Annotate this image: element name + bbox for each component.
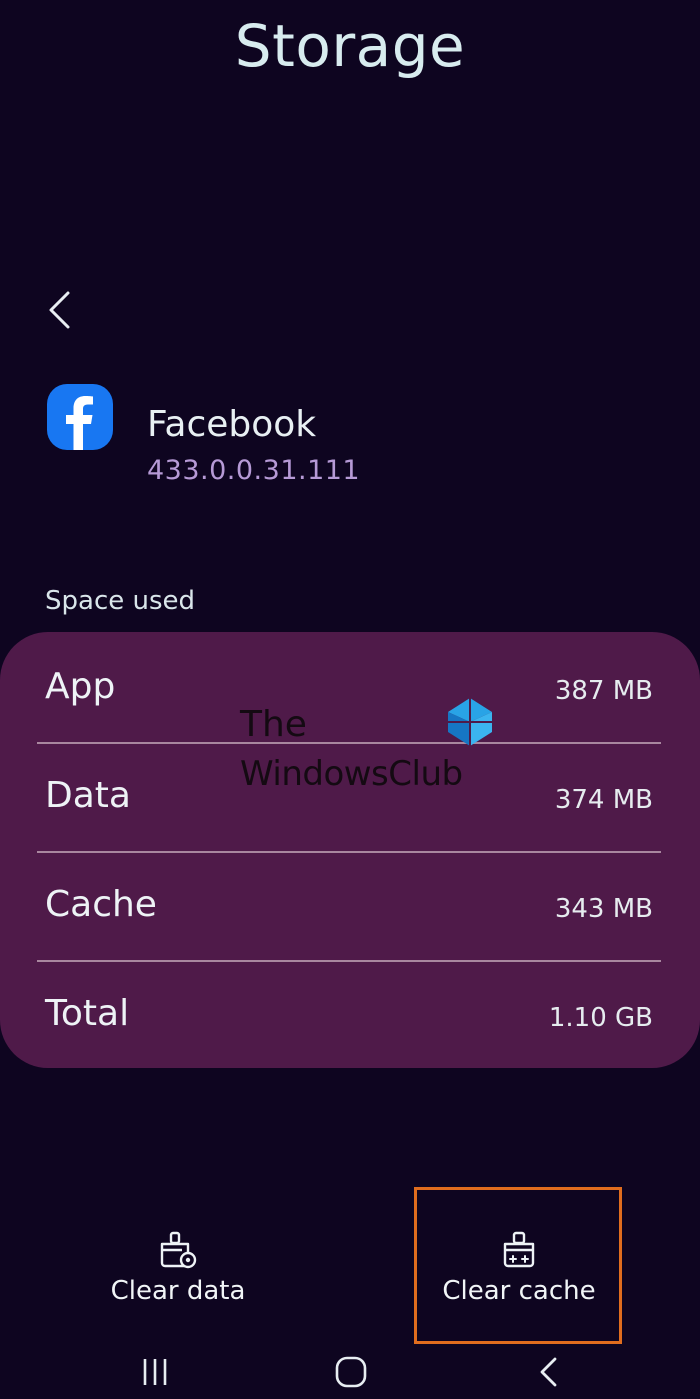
chevron-left-icon <box>49 291 70 329</box>
app-name: Facebook <box>147 404 317 445</box>
clear-data-button[interactable]: Clear data <box>100 1218 256 1328</box>
storage-row-label: Total <box>45 993 130 1034</box>
storage-row-label: App <box>45 666 116 707</box>
storage-row-label: Cache <box>45 884 157 925</box>
watermark-line-1: The <box>240 704 307 745</box>
clear-data-icon <box>160 1231 197 1269</box>
back-nav-button[interactable] <box>524 1350 574 1394</box>
space-used-label: Space used <box>45 586 196 616</box>
storage-row-value: 387 MB <box>554 676 653 706</box>
recent-apps-button[interactable] <box>130 1350 180 1394</box>
home-icon <box>335 1356 367 1388</box>
chevron-left-icon <box>540 1357 557 1387</box>
app-version: 433.0.0.31.111 <box>147 455 361 486</box>
storage-row-cache: Cache 343 MB <box>37 852 661 961</box>
thewindowsclub-watermark: The WindowsClub <box>238 698 498 798</box>
home-button[interactable] <box>326 1350 376 1394</box>
clear-data-label: Clear data <box>110 1276 246 1306</box>
storage-row-label: Data <box>45 775 131 816</box>
recent-apps-icon <box>143 1359 167 1385</box>
storage-row-value: 1.10 GB <box>548 1003 653 1033</box>
back-button[interactable] <box>34 280 84 340</box>
storage-row-value: 343 MB <box>554 894 653 924</box>
windows-logo-icon <box>448 698 492 746</box>
page-title: Storage <box>234 12 466 80</box>
storage-row-value: 374 MB <box>554 785 653 815</box>
facebook-logo-icon <box>47 384 113 450</box>
storage-row-total: Total 1.10 GB <box>37 961 661 1070</box>
watermark-line-2: WindowsClub <box>240 754 463 794</box>
clear-cache-highlight-box <box>414 1187 622 1344</box>
